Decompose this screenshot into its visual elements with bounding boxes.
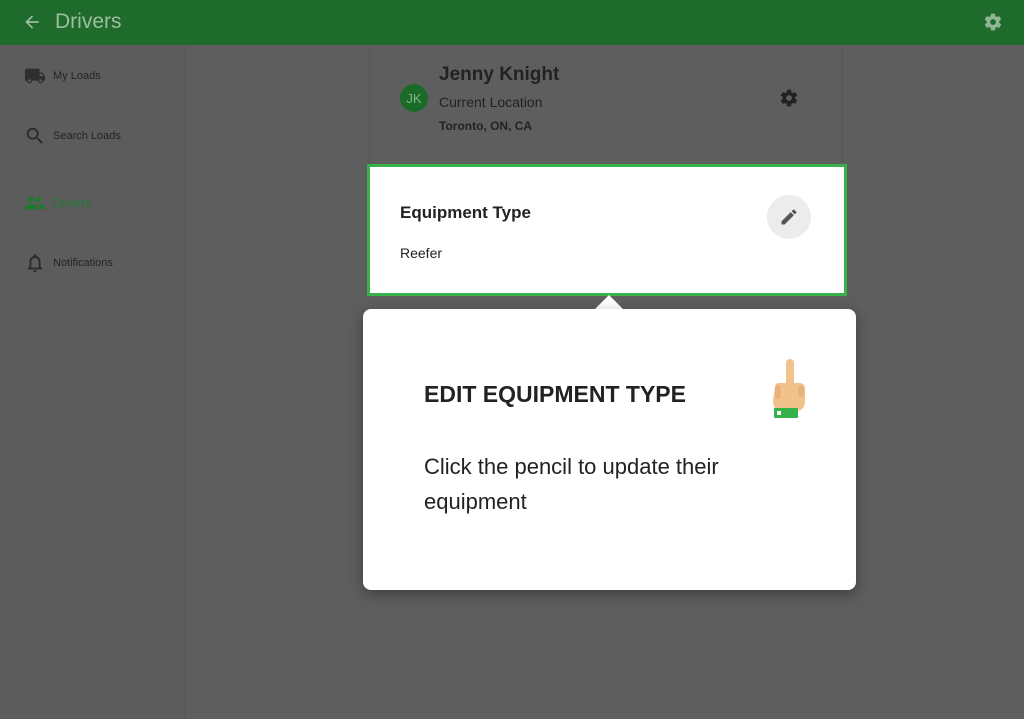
- equipment-type-title: Equipment Type: [400, 203, 531, 222]
- bell-icon: [27, 254, 43, 273]
- location-label: Current Location: [439, 94, 543, 110]
- onboarding-tooltip[interactable]: EDIT EQUIPMENT TYPE Click the pencil to …: [363, 309, 856, 590]
- app-header: Drivers: [0, 0, 1024, 45]
- people-icon: [24, 196, 46, 210]
- pencil-icon: [781, 209, 797, 225]
- sidebar-item-notifications[interactable]: Notifications: [24, 251, 113, 275]
- pointing-hand-icon: [773, 359, 805, 418]
- sidebar-item-label: My Loads: [53, 70, 101, 82]
- truck-icon: [24, 68, 46, 84]
- sidebar: My Loads Search Loads Drivers Notificati…: [0, 45, 186, 719]
- sidebar-item-search-loads[interactable]: Search Loads: [24, 124, 121, 148]
- sidebar-item-label: Drivers: [53, 196, 91, 210]
- tooltip-title: EDIT EQUIPMENT TYPE: [424, 381, 686, 407]
- location-value: Toronto, ON, CA: [439, 119, 533, 133]
- tooltip-body: Click the pencil to update their equipme…: [424, 454, 719, 514]
- edit-equipment-button[interactable]: [767, 195, 811, 239]
- page-title: Drivers: [55, 10, 122, 33]
- sidebar-item-label: Notifications: [53, 257, 113, 269]
- equipment-type-card: Equipment Type Reefer: [367, 164, 847, 296]
- sidebar-item-my-loads[interactable]: My Loads: [24, 64, 101, 88]
- driver-name: Jenny Knight: [439, 64, 560, 85]
- avatar: JK: [400, 84, 428, 112]
- equipment-type-value: Reefer: [400, 245, 443, 261]
- tooltip-pointer: [594, 295, 624, 310]
- arrow-left-icon[interactable]: [22, 12, 42, 32]
- gear-icon[interactable]: [779, 88, 799, 108]
- sidebar-item-label: Search Loads: [53, 130, 121, 142]
- search-icon: [26, 127, 43, 144]
- sidebar-item-drivers[interactable]: Drivers: [24, 191, 91, 215]
- gear-icon[interactable]: [983, 12, 1003, 32]
